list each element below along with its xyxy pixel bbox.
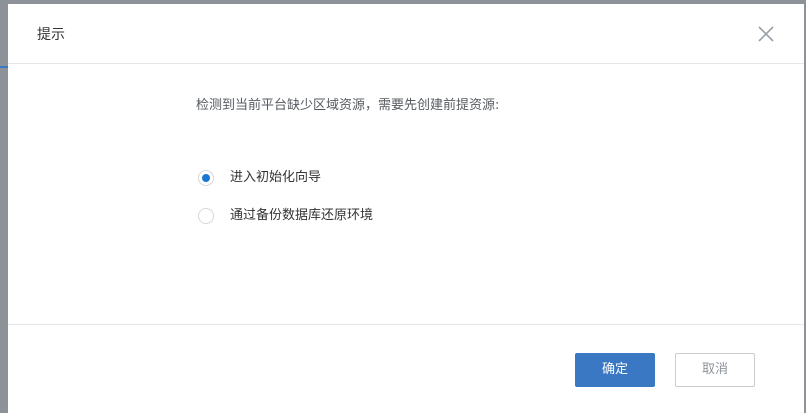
confirm-button[interactable]: 确定 [575, 353, 655, 387]
radio-init-wizard[interactable] [198, 170, 214, 186]
dialog-footer: 确定 取消 [8, 324, 804, 413]
prompt-dialog: 提示 检测到当前平台缺少区域资源，需要先创建前提资源: 进入初始化向导 通过备份… [8, 4, 804, 413]
option-restore-backup[interactable]: 通过备份数据库还原环境 [198, 206, 373, 226]
dialog-title: 提示 [37, 27, 65, 43]
radio-restore-backup[interactable] [198, 208, 214, 224]
dialog-header: 提示 [8, 4, 804, 64]
option-init-wizard-label: 进入初始化向导 [230, 170, 322, 185]
dialog-message: 检测到当前平台缺少区域资源，需要先创建前提资源: [196, 98, 500, 113]
option-restore-backup-label: 通过备份数据库还原环境 [230, 208, 374, 223]
cancel-button[interactable]: 取消 [675, 353, 755, 387]
close-icon [758, 26, 774, 42]
background-accent-line [0, 66, 8, 68]
close-button[interactable] [756, 24, 776, 44]
option-init-wizard[interactable]: 进入初始化向导 [198, 168, 321, 188]
dialog-body: 检测到当前平台缺少区域资源，需要先创建前提资源: 进入初始化向导 通过备份数据库… [8, 64, 804, 324]
